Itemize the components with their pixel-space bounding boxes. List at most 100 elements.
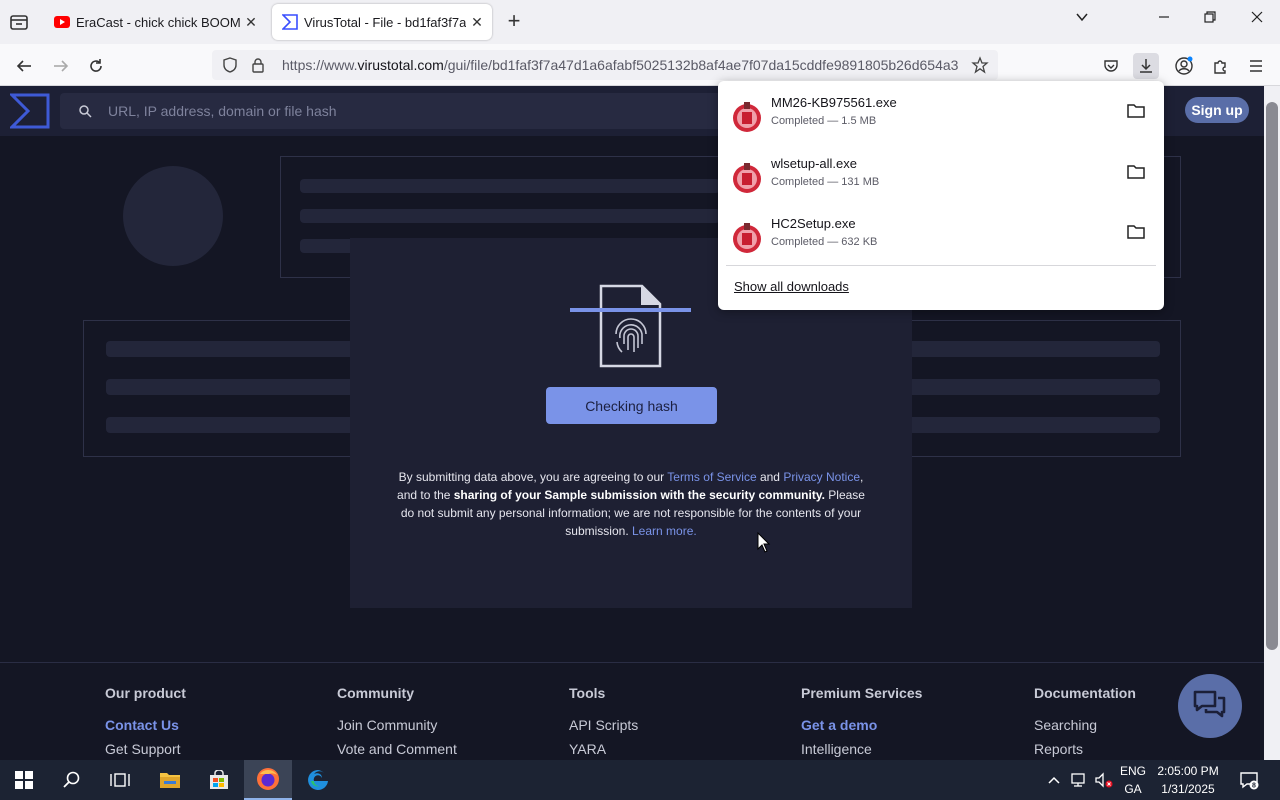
terms-notice: By submitting data above, you are agreei… <box>390 468 872 540</box>
download-item[interactable]: MM26-KB975561.exe Completed — 1.5 MB <box>726 85 1156 143</box>
download-status: Completed — 1.5 MB <box>771 115 877 127</box>
address-bar[interactable]: https://www.virustotal.com/gui/file/bd1f… <box>212 50 998 80</box>
search-placeholder: URL, IP address, domain or file hash <box>108 103 337 119</box>
footer-link-yara[interactable]: YARA <box>569 741 769 757</box>
footer-heading: Community <box>337 685 414 701</box>
download-filename: HC2Setup.exe <box>771 216 856 231</box>
lock-icon[interactable] <box>248 55 268 75</box>
download-item[interactable]: HC2Setup.exe Completed — 632 KB <box>726 206 1156 264</box>
star-icon[interactable] <box>970 55 990 75</box>
terms-text: By submitting data above, you are agreei… <box>398 470 668 484</box>
youtube-icon <box>54 14 70 30</box>
downloads-icon[interactable] <box>1133 53 1159 79</box>
forward-arrow-icon[interactable] <box>48 53 74 79</box>
tab-eracast[interactable]: EraCast - chick chick BOOM: W ✕ <box>44 4 266 40</box>
chat-button[interactable] <box>1178 674 1242 738</box>
chevron-up-icon[interactable] <box>1044 760 1064 800</box>
minimize-icon[interactable] <box>1152 10 1176 34</box>
download-status: Completed — 632 KB <box>771 236 878 248</box>
privacy-notice-link[interactable]: Privacy Notice <box>783 470 860 484</box>
terms-text: and <box>756 470 784 484</box>
installer-icon <box>732 99 762 133</box>
virustotal-logo[interactable] <box>8 91 50 131</box>
footer-link-get-a-demo[interactable]: Get a demo <box>801 717 1001 733</box>
shield-icon[interactable] <box>220 55 240 75</box>
tab-close-icon[interactable]: ✕ <box>466 14 488 31</box>
chevron-down-icon[interactable] <box>1070 10 1094 34</box>
close-window-icon[interactable] <box>1245 10 1269 34</box>
notification-center-icon[interactable]: 8 <box>1234 760 1264 800</box>
search-input[interactable]: URL, IP address, domain or file hash <box>60 93 740 129</box>
keyboard-layout: GA <box>1124 782 1142 796</box>
extensions-icon[interactable] <box>1207 53 1233 79</box>
windows-taskbar: ENG GA 2:05:00 PM 1/31/2025 8 <box>0 760 1280 800</box>
folder-icon[interactable] <box>1126 162 1146 182</box>
tab-title: VirusTotal - File - bd1faf3f7a47d <box>304 14 466 30</box>
download-status: Completed — 131 MB <box>771 176 880 188</box>
url-text: https://www.virustotal.com/gui/file/bd1f… <box>282 57 962 73</box>
language-indicator[interactable]: ENG GA <box>1118 762 1148 798</box>
footer-column-tools: Tools API Scripts YARA <box>569 685 769 760</box>
footer-link-reports[interactable]: Reports <box>1034 741 1234 757</box>
footer-column-community: Community Join Community Vote and Commen… <box>337 685 537 760</box>
task-view-icon[interactable] <box>96 760 144 800</box>
firefox-icon[interactable] <box>244 760 292 800</box>
installer-icon <box>732 220 762 254</box>
scrollbar-thumb[interactable] <box>1266 102 1278 650</box>
installer-icon <box>732 160 762 194</box>
url-prefix: https://www. <box>282 57 358 73</box>
account-icon[interactable] <box>1171 53 1197 79</box>
divider <box>726 265 1156 266</box>
folder-icon[interactable] <box>1126 101 1146 121</box>
sign-up-button[interactable]: Sign up <box>1185 97 1249 123</box>
terms-bold-text: sharing of your Sample submission with t… <box>453 488 825 502</box>
loading-line <box>300 179 720 193</box>
fingerprint-file-icon <box>570 282 694 372</box>
footer-link-intelligence[interactable]: Intelligence <box>801 741 1001 757</box>
restore-icon[interactable] <box>1198 10 1222 34</box>
mouse-cursor-icon <box>757 531 771 554</box>
windows-start-icon[interactable] <box>0 760 48 800</box>
tab-close-icon[interactable]: ✕ <box>240 14 262 31</box>
microsoft-store-icon[interactable] <box>195 760 243 800</box>
footer-heading: Tools <box>569 685 606 701</box>
system-clock[interactable]: 2:05:00 PM 1/31/2025 <box>1150 762 1226 798</box>
show-all-downloads-link[interactable]: Show all downloads <box>734 279 849 294</box>
browser-nav-bar: https://www.virustotal.com/gui/file/bd1f… <box>0 44 1280 86</box>
footer-link-get-support[interactable]: Get Support <box>105 741 305 757</box>
file-explorer-icon[interactable] <box>146 760 194 800</box>
footer: Our product Contact Us Get Support Commu… <box>0 662 1264 760</box>
list-all-tabs-icon[interactable] <box>8 11 30 33</box>
footer-link-join-community[interactable]: Join Community <box>337 717 537 733</box>
search-icon[interactable] <box>48 760 96 800</box>
download-filename: MM26-KB975561.exe <box>771 95 897 110</box>
loading-line <box>300 209 720 223</box>
browser-tab-bar: EraCast - chick chick BOOM: W ✕ VirusTot… <box>0 0 1280 44</box>
url-path: /gui/file/bd1faf3f7a47d1a6afabf5025132b8… <box>443 57 959 73</box>
edge-icon[interactable] <box>294 760 342 800</box>
clock-date: 1/31/2025 <box>1161 782 1215 796</box>
footer-link-contact-us[interactable]: Contact Us <box>105 717 305 733</box>
footer-link-api-scripts[interactable]: API Scripts <box>569 717 769 733</box>
footer-column-premium-services: Premium Services Get a demo Intelligence <box>801 685 1001 760</box>
learn-more-link[interactable]: Learn more. <box>632 524 697 538</box>
downloads-panel: MM26-KB975561.exe Completed — 1.5 MB wls… <box>718 81 1164 310</box>
tab-virustotal[interactable]: VirusTotal - File - bd1faf3f7a47d ✕ <box>272 4 492 40</box>
terms-of-service-link[interactable]: Terms of Service <box>667 470 756 484</box>
folder-icon[interactable] <box>1126 222 1146 242</box>
pocket-icon[interactable] <box>1098 53 1124 79</box>
notification-count: 8 <box>1252 783 1256 790</box>
volume-muted-icon[interactable] <box>1092 760 1116 800</box>
search-icon <box>78 104 92 118</box>
footer-heading: Our product <box>105 685 186 701</box>
download-item[interactable]: wlsetup-all.exe Completed — 131 MB <box>726 146 1156 204</box>
hamburger-menu-icon[interactable] <box>1243 53 1269 79</box>
network-icon[interactable] <box>1068 760 1090 800</box>
checking-hash-button[interactable]: Checking hash <box>546 387 717 424</box>
footer-link-vote-comment[interactable]: Vote and Comment <box>337 741 537 757</box>
back-arrow-icon[interactable] <box>11 53 37 79</box>
reload-icon[interactable] <box>83 53 109 79</box>
language-code: ENG <box>1119 764 1146 778</box>
new-tab-button[interactable]: + <box>502 10 526 34</box>
download-filename: wlsetup-all.exe <box>771 156 857 171</box>
